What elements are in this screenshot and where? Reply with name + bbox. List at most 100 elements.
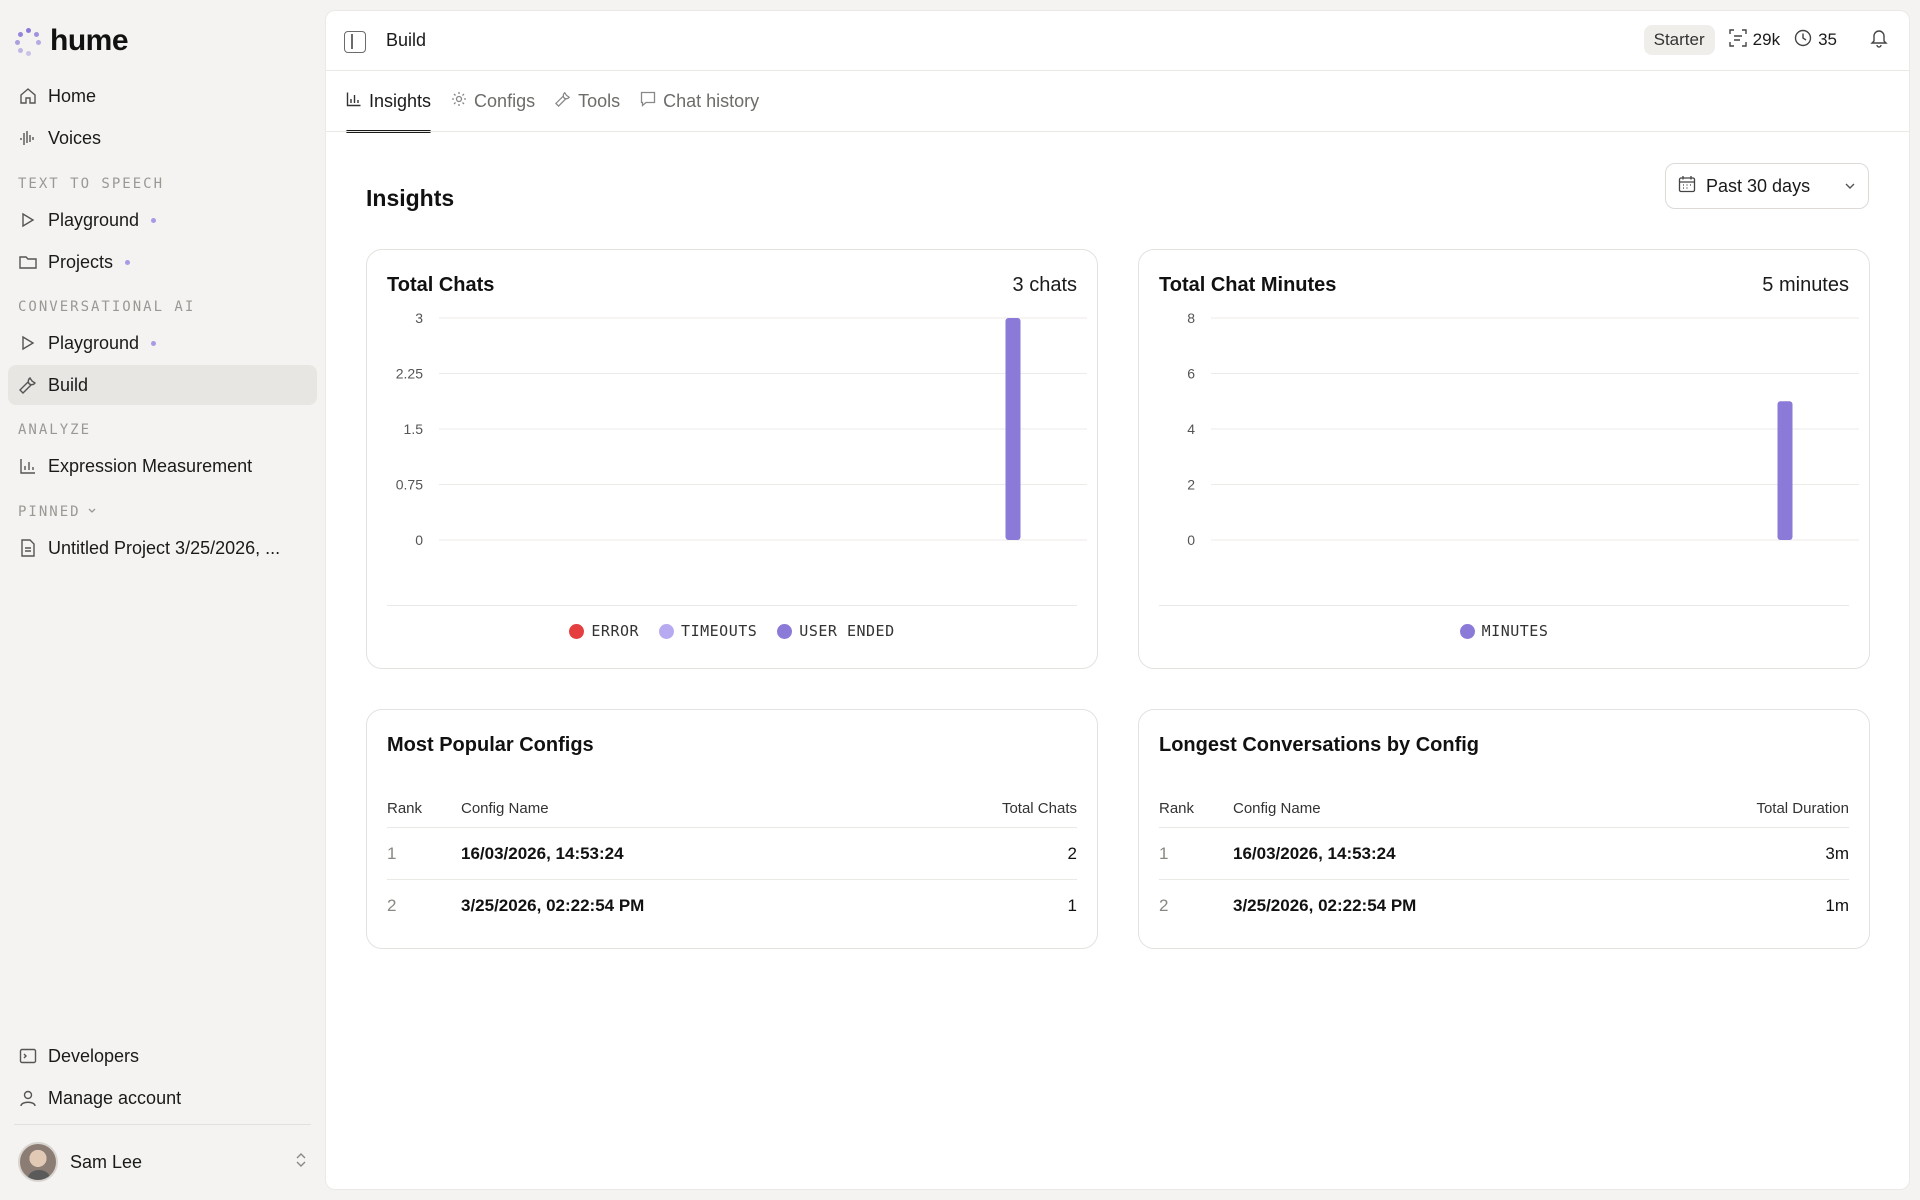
sidebar-item-home[interactable]: Home xyxy=(8,76,317,116)
sidebar-item-build[interactable]: Build xyxy=(8,365,317,405)
y-tick-label: 2.25 xyxy=(396,366,423,382)
sidebar-item-label: Home xyxy=(48,85,97,106)
card-title: Total Chat Minutes xyxy=(1159,274,1337,296)
logo-mark-icon xyxy=(14,27,42,56)
x-tick-label: Mar 15 xyxy=(809,558,853,560)
tab-label: Insights xyxy=(369,90,432,111)
sidebar-item-evi-playground[interactable]: Playground xyxy=(8,323,317,363)
sidebar-item-manage-account[interactable]: Manage account xyxy=(8,1078,317,1118)
document-icon xyxy=(18,538,38,558)
new-indicator-dot xyxy=(125,259,131,265)
tab-tools[interactable]: Tools xyxy=(555,71,620,131)
sidebar-item-pinned-project[interactable]: Untitled Project 3/25/2026, ... xyxy=(8,528,317,568)
sidebar-item-voices[interactable]: Voices xyxy=(8,118,317,158)
bar xyxy=(1777,401,1793,540)
legend-item[interactable]: MINUTES xyxy=(1459,622,1549,640)
collapse-sidebar-icon[interactable] xyxy=(344,31,366,53)
total-duration-cell: 1m xyxy=(1825,896,1849,915)
sidebar-item-label: Developers xyxy=(48,1045,140,1066)
y-tick-label: 8 xyxy=(1187,310,1195,326)
hume-logo[interactable]: hume xyxy=(14,24,129,58)
date-range-select[interactable]: Past 30 days xyxy=(1665,163,1869,209)
x-tick-label: Feb 28 xyxy=(1307,558,1351,560)
top-bar-status: Starter 29k 35 xyxy=(1643,25,1889,55)
total-chats-cell: 1 xyxy=(1067,896,1077,915)
legend-swatch xyxy=(777,623,793,639)
card-summary: 5 minutes xyxy=(1762,274,1849,296)
tab-label: Tools xyxy=(578,90,621,111)
column-header: Rank xyxy=(387,800,423,817)
bar-chart-icon xyxy=(18,456,38,476)
plan-badge[interactable]: Starter xyxy=(1643,25,1715,55)
sidebar-item-expression-measurement[interactable]: Expression Measurement xyxy=(8,446,317,486)
section-label-text: PINNED xyxy=(18,504,81,520)
table-row[interactable]: 1 16/03/2026, 14:53:24 3m xyxy=(1159,828,1849,880)
x-tick-label: Mar 10 xyxy=(1489,558,1533,560)
home-icon xyxy=(18,86,38,106)
chart-legend: MINUTES xyxy=(1139,622,1869,640)
x-tick-label: Feb 23 xyxy=(1215,558,1259,560)
table-row[interactable]: 2 3/25/2026, 02:22:54 PM 1 xyxy=(387,880,1077,932)
legend-label: TIMEOUTS xyxy=(681,622,758,640)
sidebar-item-projects[interactable]: Projects xyxy=(8,242,317,282)
sidebar-item-tts-playground[interactable]: Playground xyxy=(8,200,317,240)
legend-item[interactable]: TIMEOUTS xyxy=(659,622,757,640)
section-label-pinned[interactable]: PINNED xyxy=(18,504,97,520)
x-tick-label: Mar 10 xyxy=(717,558,761,560)
longest-conversations-card: Longest Conversations by Config Rank Con… xyxy=(1138,709,1870,949)
column-header: Config Name xyxy=(1233,800,1321,817)
legend-divider xyxy=(387,605,1077,606)
text-scan-icon xyxy=(1728,28,1747,52)
sidebar-item-label: Expression Measurement xyxy=(48,455,253,476)
sidebar-item-label: Untitled Project 3/25/2026, ... xyxy=(48,537,281,558)
tab-insights[interactable]: Insights xyxy=(346,71,432,133)
card-summary: 3 chats xyxy=(1012,274,1077,296)
column-header: Total Duration xyxy=(1756,800,1849,817)
tabs-divider xyxy=(326,131,1909,132)
table-header: Rank Config Name Total Duration xyxy=(1159,790,1849,828)
x-tick-label: Feb 23 xyxy=(443,558,487,560)
sidebar-item-label: Build xyxy=(48,374,89,395)
logo-text: hume xyxy=(50,24,129,57)
x-tick-label: Mar 20 xyxy=(900,558,944,560)
tab-label: Chat history xyxy=(663,90,760,111)
y-tick-label: 0.75 xyxy=(396,477,423,493)
minutes-usage[interactable]: 35 xyxy=(1794,29,1837,52)
y-tick-label: 3 xyxy=(415,310,423,326)
total-chats-card: Total Chats 3 chats 0 0.75 1.5 2.25 3 Feb 23 F… xyxy=(366,249,1098,669)
characters-usage[interactable]: 29k xyxy=(1728,28,1780,52)
legend-item[interactable]: USER ENDED xyxy=(777,622,894,640)
config-name-cell: 16/03/2026, 14:53:24 xyxy=(461,843,624,863)
bell-icon xyxy=(1869,28,1889,53)
bar-chart-icon xyxy=(346,91,362,112)
x-tick-label: Mar 20 xyxy=(1672,558,1716,560)
rank-cell: 1 xyxy=(387,843,397,863)
table-row[interactable]: 1 16/03/2026, 14:53:24 2 xyxy=(387,828,1077,880)
legend-item[interactable]: ERROR xyxy=(569,622,639,640)
user-menu[interactable]: Sam Lee xyxy=(18,1142,308,1182)
chevron-down-icon xyxy=(1844,176,1856,197)
tab-label: Configs xyxy=(474,90,536,111)
table-row[interactable]: 2 3/25/2026, 02:22:54 PM 1m xyxy=(1159,880,1849,932)
tab-chat-history[interactable]: Chat history xyxy=(640,71,759,131)
breadcrumb: Build xyxy=(386,30,427,50)
x-tick-label: Feb 28 xyxy=(535,558,579,560)
card-title: Most Popular Configs xyxy=(387,734,594,756)
chevron-down-icon xyxy=(87,504,97,520)
notifications-button[interactable] xyxy=(1869,28,1889,53)
play-icon xyxy=(18,333,38,353)
sidebar-item-developers[interactable]: Developers xyxy=(8,1036,317,1076)
play-icon xyxy=(18,210,38,230)
user-name: Sam Lee xyxy=(70,1151,143,1172)
waveform-icon xyxy=(18,128,38,148)
y-tick-label: 6 xyxy=(1187,366,1195,382)
config-name-cell: 3/25/2026, 02:22:54 PM xyxy=(1233,896,1417,915)
total-duration-cell: 3m xyxy=(1825,843,1849,863)
legend-swatch xyxy=(569,623,585,639)
new-indicator-dot xyxy=(151,340,157,346)
clock-icon xyxy=(1794,29,1812,52)
popular-configs-table: Rank Config Name Total Chats 1 16/03/202… xyxy=(387,790,1077,932)
rank-cell: 2 xyxy=(1159,896,1169,915)
section-label-text-to-speech: TEXT TO SPEECH xyxy=(18,176,165,192)
tab-configs[interactable]: Configs xyxy=(451,71,535,131)
